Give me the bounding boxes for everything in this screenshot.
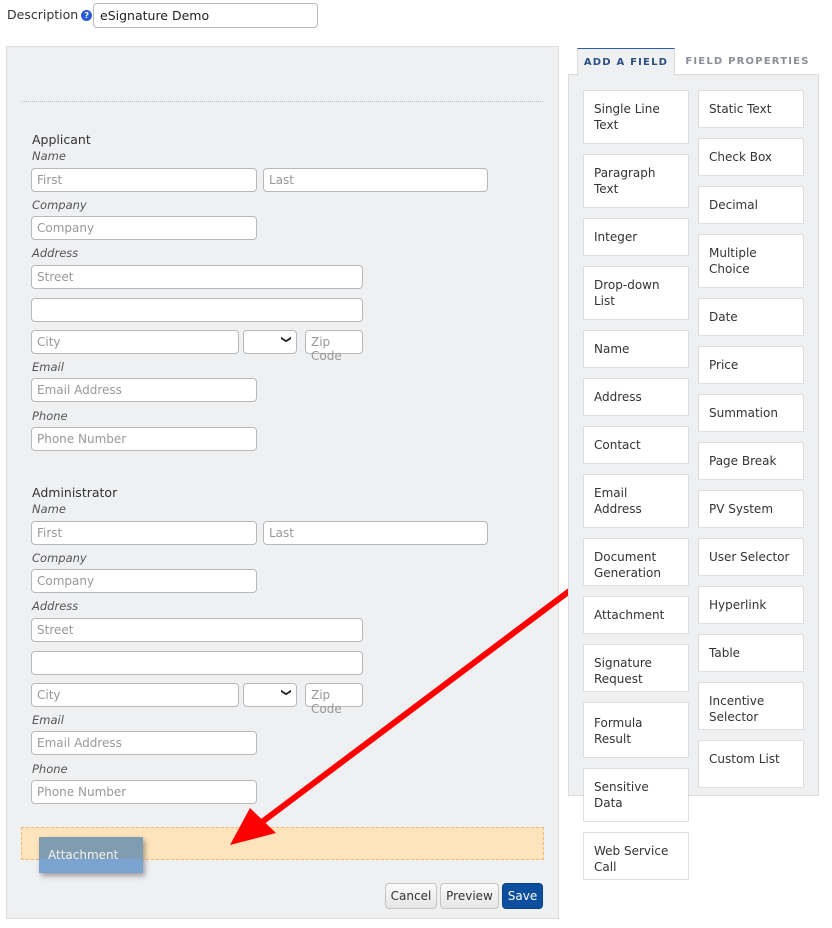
field-type-email-address[interactable]: Email Address: [583, 474, 689, 528]
field-type-pv-system[interactable]: PV System: [698, 490, 804, 528]
field-type-web-service-call[interactable]: Web Service Call: [583, 832, 689, 880]
field-type-hyperlink[interactable]: Hyperlink: [698, 586, 804, 624]
field-type-signature-request[interactable]: Signature Request: [583, 644, 689, 692]
field-type-single-line-text[interactable]: Single Line Text: [583, 90, 689, 144]
field-type-static-text[interactable]: Static Text: [698, 90, 804, 128]
field-type-contact[interactable]: Contact: [583, 426, 689, 464]
field-type-incentive-selector[interactable]: Incentive Selector: [698, 682, 804, 730]
field-type-date[interactable]: Date: [698, 298, 804, 336]
field-type-sensitive-data[interactable]: Sensitive Data: [583, 768, 689, 822]
field-type-table[interactable]: Table: [698, 634, 804, 672]
field-type-check-box[interactable]: Check Box: [698, 138, 804, 176]
dragged-attachment-field[interactable]: Attachment: [39, 837, 143, 873]
cancel-button[interactable]: Cancel: [385, 883, 437, 909]
field-type-decimal[interactable]: Decimal: [698, 186, 804, 224]
field-type-paragraph-text[interactable]: Paragraph Text: [583, 154, 689, 208]
field-type-drop-down-list[interactable]: Drop-down List: [583, 266, 689, 320]
field-type-multiple-choice[interactable]: Multiple Choice: [698, 234, 804, 288]
save-button[interactable]: Save: [502, 883, 543, 909]
field-type-name[interactable]: Name: [583, 330, 689, 368]
tab-add-a-field[interactable]: ADD A FIELD: [577, 48, 675, 76]
field-type-page-break[interactable]: Page Break: [698, 442, 804, 480]
field-type-user-selector[interactable]: User Selector: [698, 538, 804, 576]
field-type-custom-list[interactable]: Custom List: [698, 740, 804, 788]
field-type-formula-result[interactable]: Formula Result: [583, 702, 689, 758]
field-type-address[interactable]: Address: [583, 378, 689, 416]
field-type-price[interactable]: Price: [698, 346, 804, 384]
tab-field-properties[interactable]: FIELD PROPERTIES: [680, 48, 815, 75]
field-type-integer[interactable]: Integer: [583, 218, 689, 256]
field-type-document-generation[interactable]: Document Generation: [583, 538, 689, 586]
preview-button[interactable]: Preview: [440, 883, 499, 909]
field-type-summation[interactable]: Summation: [698, 394, 804, 432]
field-type-attachment[interactable]: Attachment: [583, 596, 689, 634]
